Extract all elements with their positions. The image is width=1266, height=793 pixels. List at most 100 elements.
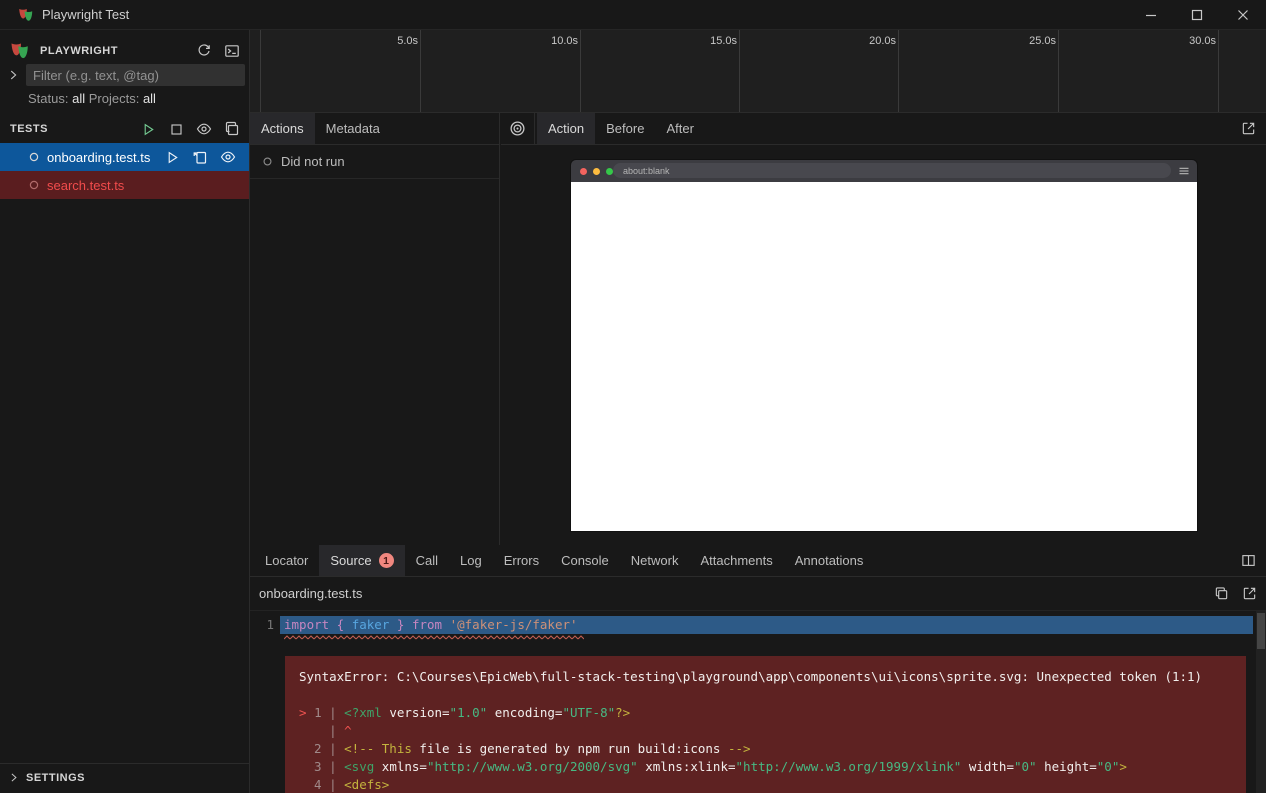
run-all-icon[interactable]	[137, 118, 159, 140]
window-controls	[1128, 0, 1266, 30]
tab-action[interactable]: Action	[537, 113, 595, 144]
not-run-status-icon	[262, 156, 273, 167]
pick-locator-icon[interactable]	[501, 113, 535, 144]
source-line-1: 1 import { faker } from '@faker-js/faker…	[250, 616, 1266, 634]
status-value[interactable]: all	[72, 91, 85, 106]
tab-attachments[interactable]: Attachments	[689, 545, 783, 576]
timeline-tick-label: 10.0s	[551, 35, 578, 47]
terminal-icon[interactable]	[221, 40, 243, 62]
test-status-icon	[28, 179, 40, 191]
maximize-button[interactable]	[1174, 0, 1220, 30]
error-frame-line-4: 4 | <defs>	[299, 776, 1232, 793]
timeline-tick: 10.0s	[580, 30, 581, 112]
error-message: SyntaxError: C:\Courses\EpicWeb\full-sta…	[299, 668, 1232, 686]
tab-errors[interactable]: Errors	[493, 545, 550, 576]
tab-before[interactable]: Before	[595, 113, 655, 144]
tab-annotations[interactable]: Annotations	[784, 545, 875, 576]
projects-value[interactable]: all	[143, 91, 156, 106]
close-button[interactable]	[1220, 0, 1266, 30]
tests-section-header: TESTS	[0, 115, 249, 143]
syntax-error-box: SyntaxError: C:\Courses\EpicWeb\full-sta…	[285, 656, 1246, 793]
timeline-tick: 25.0s	[1058, 30, 1059, 112]
watch-test-icon[interactable]	[217, 146, 239, 168]
error-frame-line-2: 2 | <!-- This file is generated by npm r…	[299, 740, 1232, 758]
show-source-icon[interactable]	[189, 146, 211, 168]
line-number: 1	[250, 616, 280, 634]
source-viewer: 1 import { faker } from '@faker-js/faker…	[250, 611, 1266, 793]
source-error-badge: 1	[379, 553, 394, 568]
browser-maximize-dot-icon	[606, 168, 613, 175]
tab-after[interactable]: After	[655, 113, 704, 144]
filter-row	[0, 63, 249, 87]
browser-minimize-dot-icon	[593, 168, 600, 175]
titlebar: Playwright Test	[0, 0, 1266, 30]
browser-menu-icon	[1178, 165, 1190, 177]
tab-network[interactable]: Network	[620, 545, 690, 576]
open-source-external-icon[interactable]	[1238, 583, 1260, 605]
tests-header-label: TESTS	[10, 123, 48, 135]
tab-log[interactable]: Log	[449, 545, 493, 576]
sidebar-brand: PLAYWRIGHT	[40, 45, 118, 57]
stop-icon[interactable]	[165, 118, 187, 140]
tab-actions[interactable]: Actions	[250, 113, 315, 144]
timeline-tick-label: 15.0s	[710, 35, 737, 47]
actions-panel: Actions Metadata Did not run	[250, 113, 500, 545]
playwright-logo-icon	[10, 41, 30, 61]
timeline-tick	[260, 30, 261, 112]
window-title: Playwright Test	[42, 7, 129, 22]
bottom-tabbar: Locator Source 1 Call Log Errors Console…	[250, 545, 1266, 577]
settings-header-label: SETTINGS	[26, 772, 85, 784]
timeline-tick: 20.0s	[898, 30, 899, 112]
error-frame-line-1: > 1 | <?xml version="1.0" encoding="UTF-…	[299, 704, 1232, 722]
scrollbar-thumb[interactable]	[1257, 613, 1265, 649]
tab-call[interactable]: Call	[405, 545, 449, 576]
error-squiggle	[284, 635, 584, 640]
browser-address-bar: about:blank	[613, 163, 1171, 178]
copy-icon[interactable]	[1210, 583, 1232, 605]
timeline-tick-label: 20.0s	[869, 35, 896, 47]
filter-input[interactable]	[26, 64, 245, 86]
timeline-tick: 15.0s	[739, 30, 740, 112]
error-frame-caret: | ^	[299, 722, 1232, 740]
test-file-name: onboarding.test.ts	[47, 150, 161, 165]
status-label: Status:	[28, 91, 68, 106]
watch-all-icon[interactable]	[193, 118, 215, 140]
tab-metadata[interactable]: Metadata	[315, 113, 391, 144]
projects-label: Projects:	[89, 91, 140, 106]
collapse-all-icon[interactable]	[221, 118, 243, 140]
snapshot-tabbar: Action Before After	[501, 113, 1266, 145]
split-view-icon[interactable]	[1231, 545, 1266, 576]
sidebar: PLAYWRIGHT Status: all Projects: all TES…	[0, 30, 250, 793]
browser-snapshot: about:blank	[571, 160, 1197, 531]
minimize-button[interactable]	[1128, 0, 1174, 30]
timeline-tick-label: 5.0s	[397, 35, 418, 47]
source-scrollbar[interactable]	[1256, 611, 1266, 793]
bottom-panel: Locator Source 1 Call Log Errors Console…	[250, 545, 1266, 793]
test-file-name: search.test.ts	[47, 178, 249, 193]
reload-tests-icon[interactable]	[193, 40, 215, 62]
run-test-icon[interactable]	[161, 146, 183, 168]
tab-source[interactable]: Source 1	[319, 545, 404, 576]
browser-close-dot-icon	[580, 168, 587, 175]
status-filter-row: Status: all Projects: all	[28, 91, 156, 106]
source-filename: onboarding.test.ts	[259, 586, 362, 601]
did-not-run-row: Did not run	[250, 145, 499, 179]
chevron-right-icon	[0, 771, 26, 784]
tab-console[interactable]: Console	[550, 545, 620, 576]
chevron-right-icon[interactable]	[0, 68, 26, 82]
sidebar-header: PLAYWRIGHT	[0, 36, 249, 66]
tab-locator[interactable]: Locator	[254, 545, 319, 576]
test-row-onboarding[interactable]: onboarding.test.ts	[0, 143, 249, 171]
snapshot-panel: Action Before After about:blank	[501, 113, 1266, 545]
test-row-search[interactable]: search.test.ts	[0, 171, 249, 199]
tab-source-label: Source	[330, 553, 371, 568]
timeline[interactable]: 5.0s 10.0s 15.0s 20.0s 25.0s 30.0s	[250, 30, 1266, 113]
source-code-line: import { faker } from '@faker-js/faker'	[280, 616, 1253, 634]
snapshot-page[interactable]	[571, 182, 1197, 531]
browser-url: about:blank	[623, 166, 670, 176]
did-not-run-label: Did not run	[281, 154, 345, 169]
test-status-icon	[28, 151, 40, 163]
source-file-header: onboarding.test.ts	[250, 577, 1266, 611]
open-snapshot-external-icon[interactable]	[1231, 113, 1266, 144]
settings-section-header[interactable]: SETTINGS	[0, 763, 249, 791]
